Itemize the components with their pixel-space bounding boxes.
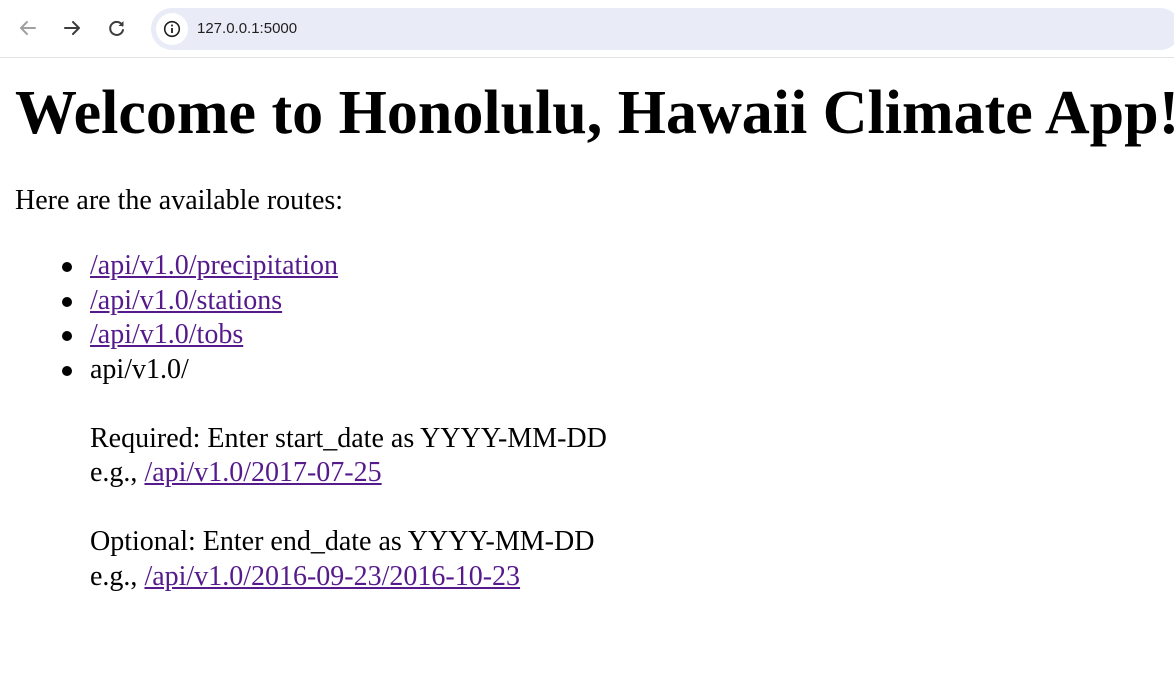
browser-toolbar: 127.0.0.1:5000 [0, 0, 1174, 58]
back-button[interactable] [13, 13, 43, 43]
arrow-left-icon [20, 21, 36, 35]
list-item: /api/v1.0/tobs [62, 318, 607, 353]
start-date-example-link[interactable]: /api/v1.0/2017-07-25 [144, 457, 381, 488]
url-text: 127.0.0.1:5000 [197, 20, 298, 37]
example-prefix: e.g., [90, 457, 138, 488]
address-bar[interactable]: 127.0.0.1:5000 [151, 8, 1174, 50]
bullet [62, 331, 72, 341]
reload-icon [109, 20, 124, 36]
site-info-button[interactable] [156, 13, 188, 45]
tobs-link[interactable]: /api/v1.0/tobs [90, 319, 243, 350]
example-prefix: e.g., [90, 560, 138, 592]
arrow-right-icon [64, 21, 80, 35]
forward-button[interactable] [57, 13, 87, 43]
optional-text: Optional: Enter end_date as YYYY-MM-DD [90, 526, 595, 557]
intro-text: Here are the available routes: [15, 185, 344, 216]
list-item: api/v1.0/ Required: Enter start_date as … [62, 353, 607, 595]
page-title: Welcome to Honolulu, Hawaii Climate App! [15, 79, 1174, 147]
info-circle-icon [163, 20, 181, 38]
precipitation-link[interactable]: /api/v1.0/precipitation [90, 250, 338, 281]
bullet [62, 262, 72, 272]
list-item: /api/v1.0/stations [62, 284, 607, 319]
required-block: Required: Enter start_date as YYYY-MM-DD… [90, 422, 607, 491]
routes-list: /api/v1.0/precipitation /api/v1.0/statio… [62, 249, 607, 595]
optional-example: e.g., /api/v1.0/2016-09-23/2016-10-23 [90, 560, 607, 595]
date-range-example-link[interactable]: /api/v1.0/2016-09-23/2016-10-23 [144, 561, 520, 592]
reload-button[interactable] [102, 13, 132, 43]
required-text: Required: Enter start_date as YYYY-MM-DD [90, 422, 607, 454]
list-item: /api/v1.0/precipitation [62, 249, 607, 284]
optional-block: Optional: Enter end_date as YYYY-MM-DD e… [90, 525, 607, 594]
required-example: e.g., /api/v1.0/2017-07-25 [90, 456, 607, 491]
bullet [62, 296, 72, 307]
stations-link[interactable]: /api/v1.0/stations [90, 285, 282, 316]
page-content: Welcome to Honolulu, Hawaii Climate App!… [0, 59, 1174, 675]
bullet [62, 365, 72, 376]
dynamic-route-label: api/v1.0/ [90, 353, 189, 385]
